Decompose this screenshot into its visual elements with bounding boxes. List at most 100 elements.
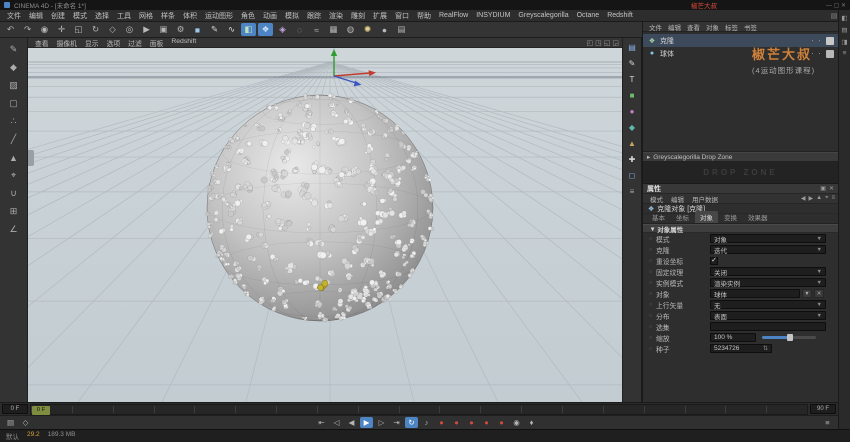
ruler-tick[interactable]: 90F [766, 406, 807, 413]
prev-frame-button[interactable]: ◀ [345, 417, 358, 428]
attr-link-field[interactable]: 球体 [710, 289, 800, 298]
attributes-menu-item[interactable]: 用户数据 [688, 194, 722, 204]
ruler-tick[interactable]: 40F [358, 406, 399, 413]
palette-icon[interactable]: ◧ [841, 14, 847, 22]
menu-item[interactable]: 体积 [179, 11, 201, 21]
viewport-menu-item[interactable]: 查看 [31, 38, 53, 48]
visibility-dot-editor[interactable]: · [809, 49, 816, 58]
keyframe-selection-button[interactable]: ♦ [525, 417, 538, 428]
attr-dropdown[interactable]: 迭代▼ [710, 245, 826, 254]
palette-icon[interactable]: ▤ [841, 26, 847, 34]
menu-item[interactable]: 渲染 [325, 11, 347, 21]
viewport-layout-icon[interactable]: ◱ [604, 39, 611, 47]
viewport-menu-item[interactable]: 显示 [81, 38, 103, 48]
viewport-menu-item[interactable]: 面板 [146, 38, 168, 48]
object-manager-menu-item[interactable]: 对象 [703, 22, 722, 32]
menu-item[interactable]: 创建 [47, 11, 69, 21]
ruler-tick[interactable]: 25F [235, 406, 276, 413]
deformer-icon[interactable]: ◈ [275, 23, 290, 36]
menu-item[interactable]: 窗口 [391, 11, 413, 21]
workplane-icon[interactable]: ▢ [5, 96, 23, 111]
play-button[interactable]: ▶ [360, 417, 373, 428]
ruler-tick[interactable]: 55F [480, 406, 521, 413]
goto-start-button[interactable]: ⇤ [315, 417, 328, 428]
timeline-end-field[interactable]: 90 F [810, 404, 836, 414]
anim-dot-icon[interactable]: ○ [649, 280, 656, 286]
interface-icon[interactable]: ▤ [394, 23, 409, 36]
menu-item[interactable]: 运动图形 [201, 11, 237, 21]
attr-dropdown[interactable]: 关闭▼ [710, 267, 826, 276]
visibility-dot-render[interactable]: · [816, 49, 823, 58]
palette-icon[interactable]: ◨ [841, 38, 847, 46]
attr-dropdown[interactable]: 对象▼ [710, 234, 826, 243]
polygons-mode-icon[interactable]: ▲ [5, 150, 23, 165]
menu-item[interactable]: 工具 [113, 11, 135, 21]
anim-dot-icon[interactable]: ○ [649, 302, 656, 308]
attr-dropdown[interactable]: 无▼ [710, 300, 826, 309]
timeline-start-field[interactable]: 0 F [2, 404, 28, 414]
ruler-tick[interactable]: 70F [603, 406, 644, 413]
coordinate-system-icon[interactable]: ◎ [122, 23, 137, 36]
ruler-tick[interactable]: 75F [644, 406, 685, 413]
attr-tab[interactable]: 坐标 [671, 211, 694, 223]
attr-tab[interactable]: 对象 [695, 211, 718, 223]
list-tool-icon[interactable]: ≡ [625, 185, 639, 198]
menu-item[interactable]: 帮助 [413, 11, 435, 21]
model-mode-icon[interactable]: ◆ [5, 60, 23, 75]
viewport-menu-item[interactable]: 选项 [103, 38, 125, 48]
attr-tab[interactable]: 效果器 [743, 211, 773, 223]
anim-dot-icon[interactable]: ○ [649, 258, 656, 264]
ruler-tick[interactable]: 80F [685, 406, 726, 413]
pen-icon[interactable]: ✎ [207, 23, 222, 36]
panel-icon[interactable]: ▣ [820, 185, 826, 192]
viewport-menu-item[interactable]: Redshift [167, 38, 200, 48]
menu-item[interactable]: 模式 [69, 11, 91, 21]
render-view-icon[interactable]: ▶ [139, 23, 154, 36]
ruler-tick[interactable]: 15F [154, 406, 195, 413]
ruler-tick[interactable]: 20F [194, 406, 235, 413]
spinner-icon[interactable]: ⇅ [763, 345, 768, 352]
marker-icon[interactable]: ◇ [19, 417, 32, 428]
anim-dot-icon[interactable]: ○ [649, 236, 656, 242]
spline-icon[interactable]: ∿ [224, 23, 239, 36]
ruler-tick[interactable]: 10F [113, 406, 154, 413]
render-picture-viewer-icon[interactable]: ▣ [156, 23, 171, 36]
material-icon[interactable]: ● [377, 23, 392, 36]
menu-item[interactable]: 样条 [157, 11, 179, 21]
menu-item[interactable]: 雕刻 [347, 11, 369, 21]
render-settings-icon[interactable]: ⚙ [173, 23, 188, 36]
scale-icon[interactable]: ◱ [71, 23, 86, 36]
menu-item[interactable]: 选择 [91, 11, 113, 21]
record-scale-toggle[interactable]: ● [465, 417, 478, 428]
anim-dot-icon[interactable]: ○ [649, 346, 656, 352]
menu-item[interactable]: Octane [573, 12, 604, 19]
attributes-nav-icon[interactable]: ≡ [831, 195, 835, 202]
attr-tab[interactable]: 变换 [719, 211, 742, 223]
layout-icon[interactable]: ▤ [625, 41, 639, 54]
ruler-tick[interactable]: 85F [725, 406, 766, 413]
edges-mode-icon[interactable]: ╱ [5, 132, 23, 147]
lock-workplane-icon[interactable]: ⊞ [5, 204, 23, 219]
slider-handle[interactable] [787, 334, 793, 341]
anim-dot-icon[interactable]: ○ [649, 324, 656, 330]
object-manager-menu-item[interactable]: 书签 [741, 22, 760, 32]
menu-item[interactable]: INSYDIUM [472, 12, 514, 19]
menu-item[interactable]: 网格 [135, 11, 157, 21]
menu-item[interactable]: 动画 [259, 11, 281, 21]
menubar-icon[interactable]: ▤ [831, 12, 838, 20]
menu-item[interactable]: RealFlow [435, 12, 472, 19]
goto-end-button[interactable]: ⇥ [390, 417, 403, 428]
object-manager-menu-item[interactable]: 文件 [646, 22, 665, 32]
rotate-icon[interactable]: ↻ [88, 23, 103, 36]
menu-item[interactable]: 模拟 [281, 11, 303, 21]
attributes-menu-item[interactable]: 编辑 [667, 194, 688, 204]
record-keyframe-button[interactable]: ● [435, 417, 448, 428]
panel-icon[interactable]: ✕ [829, 185, 834, 192]
cloner-icon[interactable]: ❖ [258, 23, 273, 36]
redo-icon[interactable]: ↷ [20, 23, 35, 36]
window-controls[interactable]: — ▢ ✕ [826, 2, 846, 9]
timeline-playhead[interactable]: 0 F [32, 406, 50, 415]
dropzone-body[interactable]: DROP ZONE [643, 162, 838, 184]
cloner-tool-icon[interactable]: ◆ [625, 121, 639, 134]
last-tool-icon[interactable]: ◇ [105, 23, 120, 36]
